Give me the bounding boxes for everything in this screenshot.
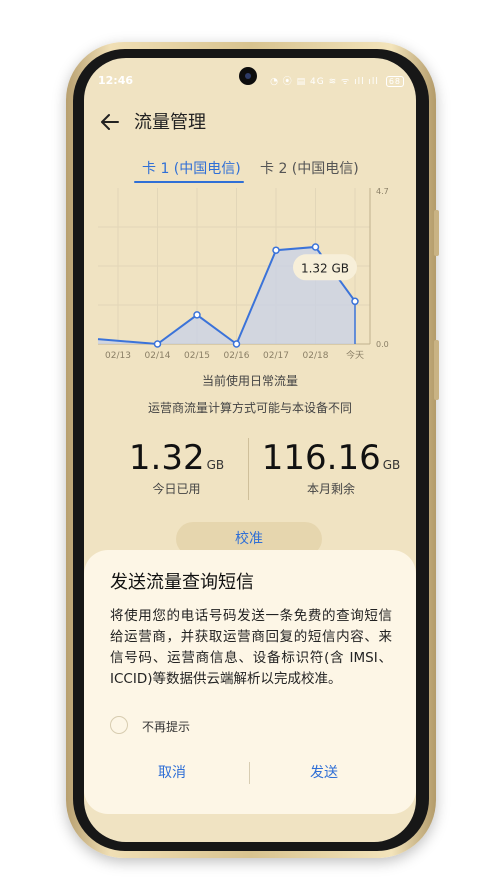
page-title: 流量管理 (134, 112, 206, 133)
today-usage-unit: GB (206, 458, 225, 472)
x-tick-label: 02/14 (145, 351, 171, 361)
x-tick-label: 02/15 (184, 351, 210, 361)
today-usage-stat: 1.32 GB 今日已用 (114, 438, 239, 497)
today-usage-label: 今日已用 (152, 482, 201, 496)
phone-screen: 12:46 ◔ ⦿ ▤ 4G ≋ ᯤ ıll ıll 68 流量管理 卡 1 (… (84, 58, 416, 842)
data-point (232, 340, 241, 348)
sim-tabs: 卡 1 (中国电信) 卡 2 (中国电信) (84, 154, 416, 184)
data-point (272, 246, 280, 254)
dialog-message: 将使用您的电话号码发送一条免费的查询短信给运营商，并获取运营商回复的短信内容、来… (110, 608, 392, 687)
x-tick-label: 02/13 (105, 351, 131, 361)
dont-remind-label[interactable]: 不再提示 (142, 718, 190, 735)
status-time: 12:46 (98, 74, 134, 87)
power-button (434, 340, 439, 400)
status-indicators: ◔ ⦿ ▤ 4G ≋ ᯤ ıll ıll (270, 77, 379, 87)
back-arrow-icon[interactable] (98, 110, 122, 134)
dont-remind-checkbox[interactable] (110, 716, 128, 734)
volume-button (434, 210, 439, 256)
usage-chart: 02/13 02/14 02/15 02/16 02/17 02/18 今天 4.7 0.0 1.… (97, 187, 389, 361)
tab-sim-1[interactable]: 卡 1 (中国电信) (142, 158, 241, 178)
x-tick-label: 02/16 (224, 351, 250, 361)
send-button[interactable]: 发送 (254, 762, 394, 782)
front-camera (239, 67, 257, 85)
x-tick-label: 02/17 (263, 351, 289, 361)
status-bar: 12:46 ◔ ⦿ ▤ 4G ≋ ᯤ ıll ıll 68 (84, 58, 416, 92)
x-tick-label: 02/18 (303, 351, 329, 361)
data-point (153, 340, 162, 348)
today-usage-value: 1.32 (128, 438, 205, 478)
callout-label: 1.32 GB (301, 261, 349, 275)
cancel-button[interactable]: 取消 (102, 762, 242, 782)
data-point (311, 243, 320, 251)
sms-query-dialog: 发送流量查询短信 将使用您的电话号码发送一条免费的查询短信给运营商，并获取运营商… (84, 550, 416, 814)
stats-divider (248, 438, 249, 500)
dialog-button-divider (249, 762, 250, 784)
app-header: 流量管理 (84, 102, 416, 142)
y-tick-label: 0.0 (376, 340, 389, 349)
tab-sim-2[interactable]: 卡 2 (中国电信) (260, 158, 359, 178)
month-remaining-unit: GB (382, 458, 401, 472)
month-remaining-value: 116.16 (261, 438, 381, 478)
month-remaining-label: 本月剩余 (306, 482, 355, 496)
y-tick-label: 4.7 (376, 187, 389, 196)
status-icons: ◔ ⦿ ▤ 4G ≋ ᯤ ıll ıll 68 (270, 74, 404, 87)
data-point (193, 311, 201, 319)
tab-indicator (134, 181, 244, 183)
battery-icon: 68 (385, 76, 404, 87)
data-point (351, 297, 359, 306)
x-tick-label: 今天 (346, 349, 364, 361)
dialog-title: 发送流量查询短信 (110, 572, 254, 593)
chart-caption-primary: 当前使用日常流量 (201, 374, 298, 388)
chart-caption-secondary: 运营商流量计算方式可能与本设备不同 (147, 401, 352, 415)
month-remaining-stat: 116.16 GB 本月剩余 (256, 438, 406, 497)
